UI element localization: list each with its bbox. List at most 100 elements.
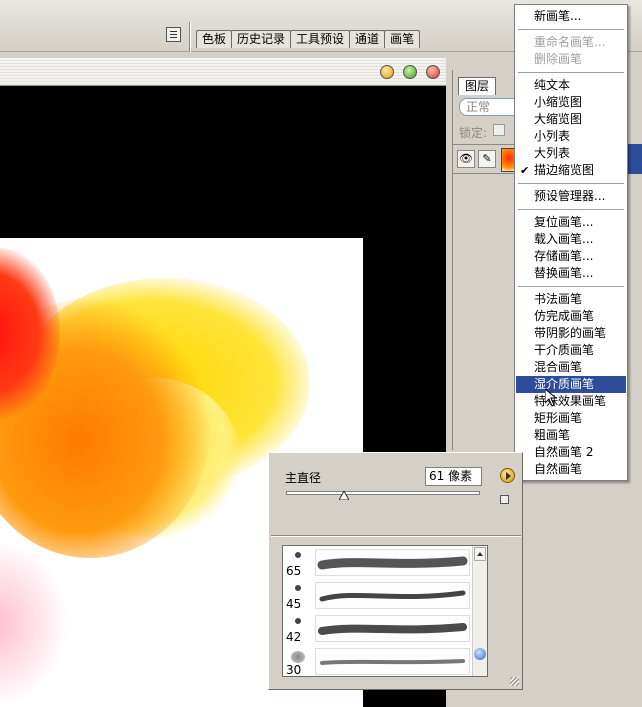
tab-channels[interactable]: 通道 [349,30,386,48]
brush-preset-row[interactable]: 42 [283,612,473,645]
diameter-field[interactable]: 61 像素 [425,467,482,486]
checkmark-icon: ✔ [520,164,530,177]
menu-separator [518,183,624,184]
brush-list: 65 45 42 30 [282,545,488,677]
brush-stroke-preview [315,615,470,642]
menu-item-label: 新画笔... [534,9,582,23]
divider [271,535,521,537]
menu-item-label: 混合画笔 [534,360,583,374]
tab-brushes[interactable]: 画笔 [384,30,421,48]
brush-preset-row[interactable]: 30 [283,645,473,677]
menu-item-label: 矩形画笔 [534,411,583,425]
mouse-cursor-icon [545,389,557,407]
menu-item[interactable]: 小列表 [516,128,626,145]
tab-swatches[interactable]: 色板 [196,30,233,48]
menu-separator [518,29,624,30]
scrollbar[interactable] [472,546,487,676]
menu-item[interactable]: 大列表 [516,145,626,162]
picker-menu-arrow-icon[interactable] [500,468,515,483]
menu-item-label: 粗画笔 [534,428,571,442]
brush-size-label: 45 [286,597,302,611]
menu-item[interactable]: 复位画笔... [516,214,626,231]
brush-tip-icon [295,552,301,558]
menu-item-label: 小缩览图 [534,95,583,109]
resize-grip-icon[interactable] [510,677,519,686]
brush-tip-icon [295,585,301,591]
menu-item-label: 带阴影的画笔 [534,326,607,340]
menu-item[interactable]: 存储画笔... [516,248,626,265]
menu-item[interactable]: 纯文本 [516,77,626,94]
menu-item[interactable]: 干介质画笔 [516,342,626,359]
brush-tip-preview: 65 [286,549,312,579]
diameter-slider[interactable] [286,491,480,495]
menu-item[interactable]: 特殊效果画笔 [516,393,626,410]
menu-separator [518,286,624,287]
menu-item-label: 湿介质画笔 [534,377,595,391]
menu-item[interactable]: 自然画笔 [516,461,626,478]
brush-tip-icon [291,651,305,663]
scroll-up-button[interactable] [474,547,486,561]
menu-item[interactable]: 小缩览图 [516,94,626,111]
menu-item-label: 仿完成画笔 [534,309,595,323]
palette-well-icon[interactable] [166,27,181,42]
menu-item: 删除画笔 [516,51,626,68]
new-preset-icon[interactable] [500,495,509,504]
menu-item-label: 载入画笔... [534,232,594,246]
tab-tool-presets[interactable]: 工具预设 [290,30,351,48]
paint-pink-fringe [0,538,70,707]
brush-tip-preview: 45 [286,582,312,612]
menu-item-label: 大缩览图 [534,112,583,126]
tab-layers[interactable]: 图层 [458,77,497,95]
menu-item[interactable]: 仿完成画笔 [516,308,626,325]
menu-item-label: 删除画笔 [534,52,583,66]
brush-tip-preview: 42 [286,615,312,645]
menu-item-label: 大列表 [534,146,571,160]
menu-item-label: 描边缩览图 [534,163,595,177]
menu-separator [518,72,624,73]
lock-transparency-checkbox[interactable] [493,124,505,136]
menu-item[interactable]: 替换画笔... [516,265,626,282]
menu-item[interactable]: 带阴影的画笔 [516,325,626,342]
menu-item[interactable]: 混合画笔 [516,359,626,376]
menu-item[interactable]: 粗画笔 [516,427,626,444]
brush-preset-row[interactable]: 65 [283,546,473,579]
menu-item[interactable]: 矩形画笔 [516,410,626,427]
menu-item-label: 小列表 [534,129,571,143]
menu-item-label: 自然画笔 [534,462,583,476]
menu-item-label: 自然画笔 2 [534,445,594,459]
slider-thumb[interactable] [339,491,350,500]
maximize-button[interactable] [403,65,417,79]
eye-icon[interactable]: 👁 [457,150,475,168]
brush-stroke-preview [315,549,470,576]
document-titlebar[interactable] [0,58,446,86]
menu-item-label: 书法画笔 [534,292,583,306]
minimize-button[interactable] [380,65,394,79]
menu-item[interactable]: 载入画笔... [516,231,626,248]
menu-item[interactable]: 大缩览图 [516,111,626,128]
menu-item-label: 干介质画笔 [534,343,595,357]
brushes-flyout-menu: 新画笔... 重命名画笔... 删除画笔纯文本小缩览图大缩览图小列表大列表 ✔ 描边缩览… [514,4,628,481]
menu-separator [518,209,624,210]
menu-item: 重命名画笔... [516,34,626,51]
divider [189,22,191,52]
paintbrush-icon[interactable]: ✎ [478,150,496,168]
menu-item-label: 替换画笔... [534,266,594,280]
palette-well-tabs: 色板 历史记录 工具预设 通道 画笔 [196,30,421,48]
menu-item[interactable]: 湿介质画笔 [516,376,626,393]
menu-item[interactable]: 书法画笔 [516,291,626,308]
tab-history[interactable]: 历史记录 [231,30,292,48]
brush-size-label: 30 [286,663,302,677]
menu-item-label: 复位画笔... [534,215,594,229]
menu-item-label: 纯文本 [534,78,571,92]
brush-tip-icon [295,618,301,624]
scroll-thumb[interactable] [474,648,486,660]
close-button[interactable] [426,65,440,79]
menu-item-label: 预设管理器... [534,189,606,203]
menu-item[interactable]: 预设管理器... [516,188,626,205]
menu-item[interactable]: 新画笔... [516,8,626,25]
menu-item[interactable]: ✔ 描边缩览图 [516,162,626,179]
brush-preset-row[interactable]: 45 [283,579,473,612]
menu-item[interactable]: 自然画笔 2 [516,444,626,461]
layer-lock-icon [628,144,642,174]
brush-size-label: 65 [286,564,302,578]
